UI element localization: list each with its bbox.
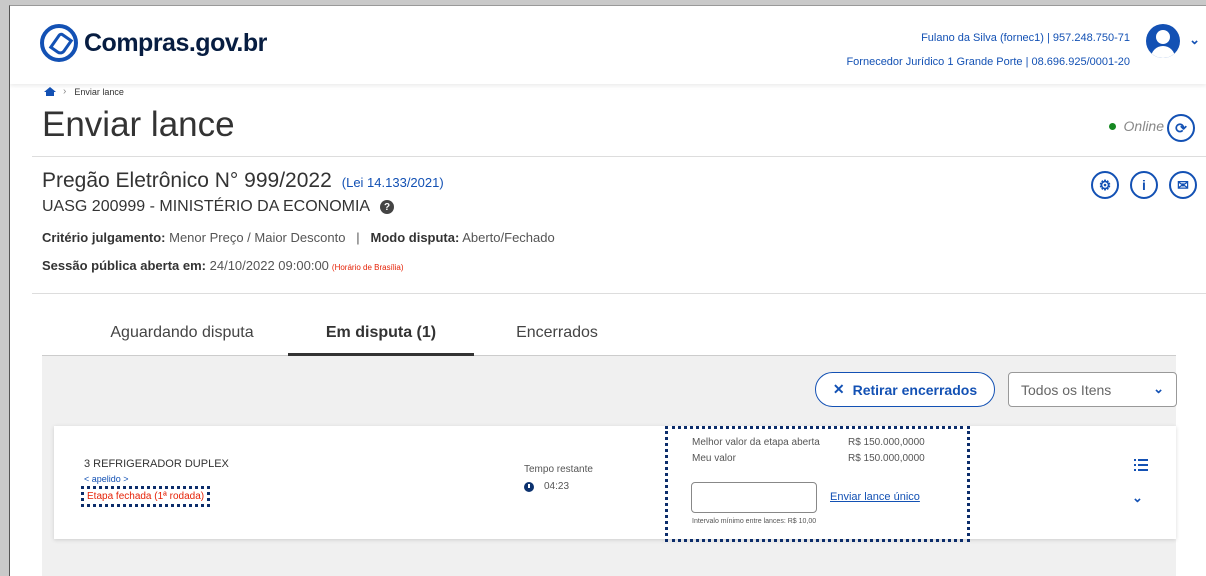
tab-em-disputa[interactable]: Em disputa (1): [288, 324, 474, 356]
pregao-number: Pregão Eletrônico N° 999/2022: [42, 169, 332, 192]
tempo-restante: 04:23: [524, 481, 569, 492]
modo-label: Modo disputa:: [370, 230, 460, 245]
tempo-label: Tempo restante: [524, 464, 593, 475]
tempo-value: 04:23: [544, 481, 570, 492]
expand-chevron-icon[interactable]: ⌄: [1132, 490, 1143, 506]
separator: |: [356, 230, 360, 245]
items-panel: ✕ Retirar encerrados Todos os Itens ⌄ 3 …: [42, 356, 1177, 576]
breadcrumb: › Enviar lance: [44, 86, 124, 97]
user-info[interactable]: Fulano da Silva (fornec1) | 957.248.750-…: [846, 26, 1130, 74]
chevron-right-icon: ›: [63, 86, 67, 97]
lei-link[interactable]: (Lei 14.133/2021): [342, 175, 444, 190]
uasg: UASG 200999 - MINISTÉRIO DA ECONOMIA ?: [42, 198, 395, 216]
settings-button[interactable]: ⚙: [1091, 171, 1119, 199]
checklist-icon[interactable]: [1134, 458, 1148, 472]
page-title: Enviar lance: [42, 105, 235, 144]
logo[interactable]: Compras.gov.br: [40, 24, 267, 62]
criterio-label: Critério julgamento:: [42, 230, 166, 245]
melhor-valor-value: R$ 150.000,0000: [848, 437, 925, 448]
filter-value: Todos os Itens: [1021, 382, 1112, 398]
online-dot-icon: [1108, 122, 1116, 130]
help-icon[interactable]: ?: [380, 200, 395, 214]
criterio-value: Menor Preço / Maior Desconto: [165, 230, 346, 245]
lance-section: Melhor valor da etapa aberta R$ 150.000,…: [665, 426, 970, 542]
uasg-label: UASG 200999 - MINISTÉRIO DA ECONOMIA: [42, 198, 371, 215]
refresh-button[interactable]: ⟳: [1167, 114, 1195, 142]
info-button[interactable]: i: [1130, 171, 1158, 199]
clock-icon: [524, 481, 534, 492]
app-window: Compras.gov.br Fulano da Silva (fornec1)…: [9, 5, 1206, 576]
tab-aguardando[interactable]: Aguardando disputa: [82, 324, 282, 356]
criterio-line: Critério julgamento: Menor Preço / Maior…: [42, 230, 555, 245]
intervalo-note: Intervalo mínimo entre lances: R$ 10,00: [692, 518, 817, 525]
avatar-icon[interactable]: [1146, 24, 1180, 58]
tab-bar: Aguardando disputa Em disputa (1) Encerr…: [42, 318, 1176, 356]
item-title: 3 REFRIGERADOR DUPLEX: [84, 458, 229, 470]
items-filter-select[interactable]: Todos os Itens ⌄: [1008, 372, 1177, 407]
horario-note: (Horário de Brasília): [331, 263, 404, 272]
mail-button[interactable]: ✉: [1169, 171, 1197, 199]
sessao-value: 24/10/2022 09:00:00: [206, 258, 329, 273]
modo-value: Aberto/Fechado: [459, 230, 555, 245]
breadcrumb-current: Enviar lance: [74, 86, 124, 97]
sessao-label: Sessão pública aberta em:: [42, 258, 207, 273]
retirar-label: Retirar encerrados: [852, 381, 978, 398]
lance-input[interactable]: [691, 482, 817, 513]
tab-encerrados[interactable]: Encerrados: [482, 324, 632, 356]
sessao-line: Sessão pública aberta em: 24/10/2022 09:…: [42, 258, 403, 273]
divider: [32, 156, 1206, 157]
melhor-valor-label: Melhor valor da etapa aberta: [692, 437, 820, 448]
retirar-encerrados-button[interactable]: ✕ Retirar encerrados: [815, 372, 995, 407]
logo-icon: [40, 24, 78, 62]
etapa-status: Etapa fechada (1ª rodada): [81, 486, 211, 507]
close-icon: ✕: [832, 381, 845, 397]
divider: [32, 293, 1206, 294]
user-company: Fornecedor Jurídico 1 Grande Porte | 08.…: [846, 56, 1130, 68]
header: Compras.gov.br Fulano da Silva (fornec1)…: [10, 6, 1206, 84]
apelido-link[interactable]: < apelido >: [84, 474, 129, 484]
logo-text: Compras.gov.br: [84, 28, 267, 57]
item-card: 3 REFRIGERADOR DUPLEX < apelido > Etapa …: [54, 426, 1176, 542]
enviar-lance-link[interactable]: Enviar lance único: [830, 491, 920, 503]
pregao-title: Pregão Eletrônico N° 999/2022 (Lei 14.133…: [42, 169, 444, 193]
chevron-down-icon: ⌄: [1153, 381, 1164, 396]
meu-valor-label: Meu valor: [692, 453, 736, 464]
user-name: Fulano da Silva (fornec1) | 957.248.750-…: [921, 32, 1130, 44]
chevron-down-icon[interactable]: ⌄: [1189, 32, 1200, 48]
home-icon[interactable]: [44, 87, 56, 96]
online-status: Online: [1108, 118, 1164, 134]
meu-valor-value: R$ 150.000,0000: [848, 453, 925, 464]
online-label: Online: [1123, 118, 1164, 134]
